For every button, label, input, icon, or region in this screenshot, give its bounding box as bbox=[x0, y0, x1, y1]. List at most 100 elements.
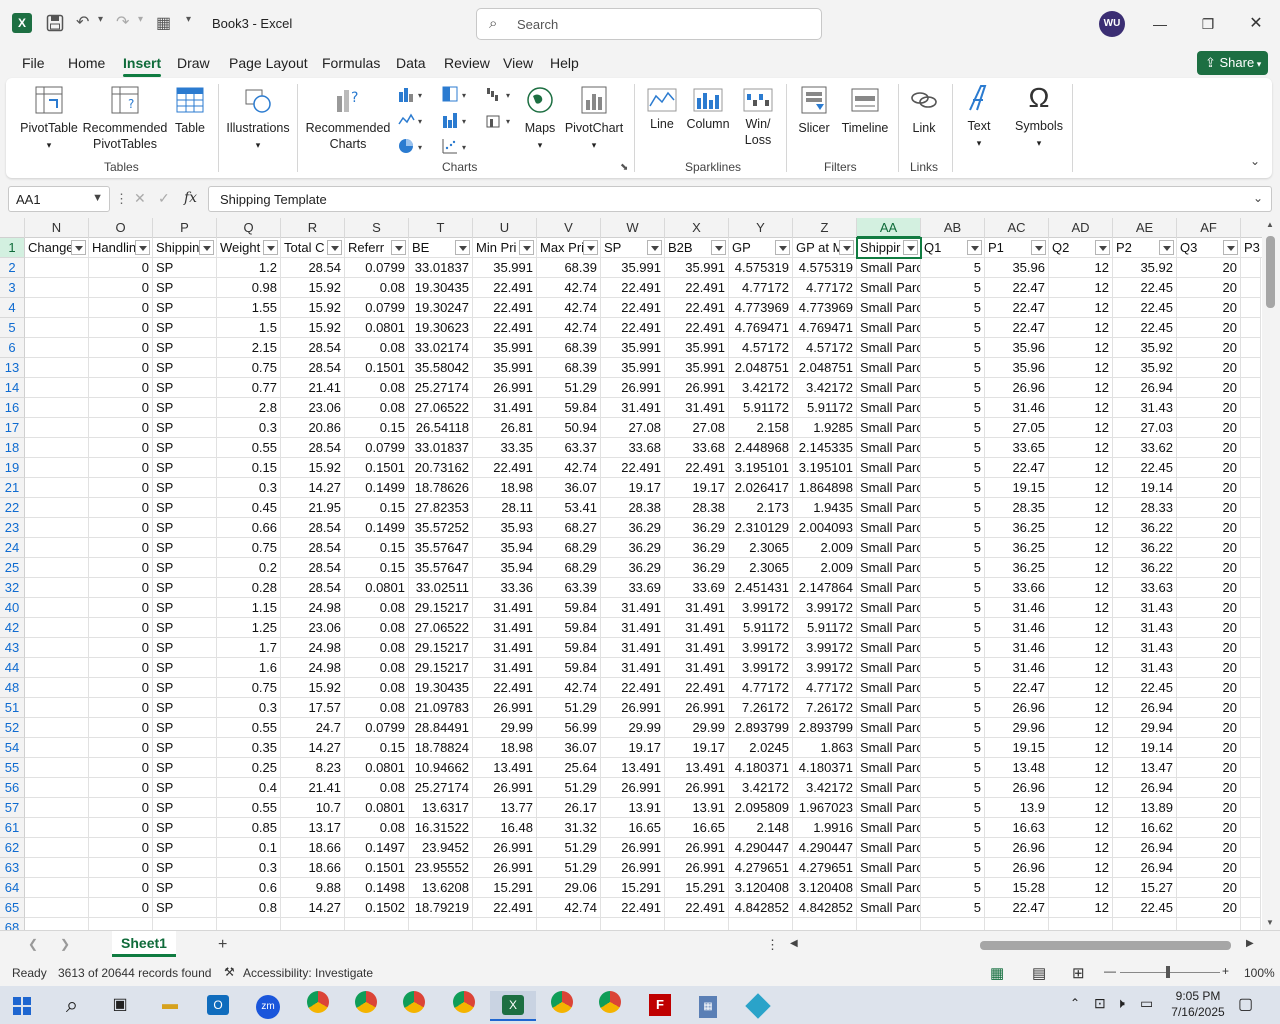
table-cell[interactable]: 51.29 bbox=[537, 378, 601, 398]
table-cell[interactable] bbox=[857, 918, 921, 930]
table-cell[interactable]: 0 bbox=[89, 738, 153, 758]
table-cell[interactable]: 0 bbox=[89, 518, 153, 538]
table-cell[interactable]: 26.96 bbox=[985, 698, 1049, 718]
table-cell[interactable]: 2.148 bbox=[729, 818, 793, 838]
table-cell[interactable]: 59.84 bbox=[537, 618, 601, 638]
table-cell[interactable]: 26.991 bbox=[665, 858, 729, 878]
table-cell[interactable]: 26.991 bbox=[665, 778, 729, 798]
table-cell[interactable]: 20 bbox=[1177, 398, 1241, 418]
table-cell[interactable]: 13.91 bbox=[601, 798, 665, 818]
table-cell[interactable]: 22.45 bbox=[1113, 458, 1177, 478]
table-cell[interactable]: 20.86 bbox=[281, 418, 345, 438]
table-cell[interactable]: 26.991 bbox=[601, 778, 665, 798]
table-cell[interactable]: 12 bbox=[1049, 798, 1113, 818]
table-cell[interactable]: Small Parc bbox=[857, 718, 921, 738]
table-cell[interactable]: SP bbox=[153, 658, 217, 678]
table-cell[interactable]: 0.3 bbox=[217, 698, 281, 718]
table-cell[interactable]: 0 bbox=[89, 698, 153, 718]
row-header[interactable]: 51 bbox=[0, 698, 25, 718]
table-cell[interactable]: 22.47 bbox=[985, 278, 1049, 298]
table-cell[interactable]: SP bbox=[153, 718, 217, 738]
table-cell[interactable]: 35.96 bbox=[985, 338, 1049, 358]
table-cell[interactable] bbox=[537, 918, 601, 930]
table-cell[interactable]: 20 bbox=[1177, 498, 1241, 518]
tab-data[interactable]: Data bbox=[396, 55, 426, 71]
table-cell[interactable]: 22.491 bbox=[601, 278, 665, 298]
table-cell[interactable]: 0 bbox=[89, 358, 153, 378]
scroll-right-icon[interactable]: ▶ bbox=[1246, 938, 1254, 949]
table-cell[interactable]: 13.77 bbox=[473, 798, 537, 818]
chrome-icon[interactable] bbox=[298, 991, 338, 1021]
table-cell[interactable] bbox=[25, 518, 89, 538]
table-cell[interactable]: SP bbox=[153, 698, 217, 718]
table-cell[interactable]: 0.0801 bbox=[345, 578, 409, 598]
table-cell[interactable]: Small Parc bbox=[857, 818, 921, 838]
undo-icon[interactable]: ↶ bbox=[76, 12, 89, 32]
table-cell[interactable]: 2.009 bbox=[793, 558, 857, 578]
table-cell[interactable]: 22.491 bbox=[601, 458, 665, 478]
table-cell[interactable] bbox=[25, 418, 89, 438]
table-cell[interactable]: 0 bbox=[89, 318, 153, 338]
table-cell[interactable]: 4.77172 bbox=[793, 678, 857, 698]
table-cell[interactable]: 3.120408 bbox=[729, 878, 793, 898]
table-cell[interactable]: 3.99172 bbox=[729, 658, 793, 678]
table-cell[interactable]: 22.491 bbox=[665, 898, 729, 918]
table-cell[interactable]: 22.491 bbox=[601, 678, 665, 698]
table-cell[interactable] bbox=[345, 918, 409, 930]
table-cell[interactable]: 4.769471 bbox=[793, 318, 857, 338]
table-cell[interactable]: 28.54 bbox=[281, 578, 345, 598]
column-header-q[interactable]: Q bbox=[217, 218, 281, 238]
row-header[interactable]: 25 bbox=[0, 558, 25, 578]
table-cell[interactable]: 20 bbox=[1177, 898, 1241, 918]
table-cell[interactable]: 0.55 bbox=[217, 438, 281, 458]
save-icon[interactable] bbox=[46, 14, 64, 37]
table-cell[interactable]: 0 bbox=[89, 498, 153, 518]
table-cell[interactable] bbox=[25, 698, 89, 718]
table-cell[interactable]: 22.47 bbox=[985, 898, 1049, 918]
table-cell[interactable]: 24.98 bbox=[281, 638, 345, 658]
line-chart-icon[interactable]: ▾ bbox=[398, 112, 422, 128]
table-cell[interactable]: Small Parc bbox=[857, 578, 921, 598]
table-cell[interactable]: SP bbox=[153, 498, 217, 518]
table-cell[interactable]: 22.491 bbox=[665, 318, 729, 338]
table-cell[interactable] bbox=[25, 378, 89, 398]
table-cell[interactable]: 12 bbox=[1049, 818, 1113, 838]
table-cell[interactable]: 15.92 bbox=[281, 278, 345, 298]
table-cell[interactable]: 12 bbox=[1049, 678, 1113, 698]
spreadsheet-grid[interactable]: N O P Q R S T U V W X Y Z AA AB AC AD AE AF 1 2 3 4 5 6 13 14 16 17… bbox=[0, 218, 1262, 930]
table-cell[interactable]: 2.451431 bbox=[729, 578, 793, 598]
table-cell[interactable]: 5 bbox=[921, 558, 985, 578]
table-cell[interactable]: Small Parc bbox=[857, 638, 921, 658]
table-cell[interactable]: 0 bbox=[89, 458, 153, 478]
table-cell[interactable]: 13.89 bbox=[1113, 798, 1177, 818]
more-options-icon[interactable]: ⋮ bbox=[115, 191, 128, 207]
table-cell[interactable]: 20 bbox=[1177, 358, 1241, 378]
table-cell[interactable]: 28.11 bbox=[473, 498, 537, 518]
recommended-pivottables-button[interactable]: ? Recommended PivotTables bbox=[82, 84, 168, 152]
chrome-profile-icon[interactable] bbox=[590, 991, 630, 1021]
table-cell[interactable]: 26.96 bbox=[985, 778, 1049, 798]
table-cell[interactable] bbox=[217, 918, 281, 930]
zoom-out-icon[interactable]: — bbox=[1104, 964, 1116, 978]
table-cell[interactable]: 26.991 bbox=[601, 858, 665, 878]
table-cell[interactable]: 4.575319 bbox=[729, 258, 793, 278]
table-cell[interactable] bbox=[1241, 898, 1261, 918]
table-cell[interactable] bbox=[1241, 538, 1261, 558]
table-cell[interactable]: SP bbox=[153, 378, 217, 398]
table-cell[interactable]: 5 bbox=[921, 798, 985, 818]
sparkline-line-button[interactable]: Line bbox=[644, 88, 680, 132]
table-cell[interactable]: Small Parc bbox=[857, 438, 921, 458]
table-cell[interactable]: 0 bbox=[89, 418, 153, 438]
table-cell[interactable]: 26.94 bbox=[1113, 378, 1177, 398]
table-cell[interactable] bbox=[1241, 818, 1261, 838]
filter-dropdown-icon[interactable] bbox=[839, 240, 854, 255]
table-cell[interactable]: 35.92 bbox=[1113, 338, 1177, 358]
table-cell[interactable]: Small Parc bbox=[857, 798, 921, 818]
table-cell[interactable]: 2.3065 bbox=[729, 538, 793, 558]
table-cell[interactable]: 27.03 bbox=[1113, 418, 1177, 438]
row-header[interactable]: 16 bbox=[0, 398, 25, 418]
table-cell[interactable]: 28.54 bbox=[281, 258, 345, 278]
table-cell[interactable]: 5.91172 bbox=[729, 618, 793, 638]
table-cell[interactable]: 5 bbox=[921, 658, 985, 678]
table-cell[interactable]: 0 bbox=[89, 618, 153, 638]
